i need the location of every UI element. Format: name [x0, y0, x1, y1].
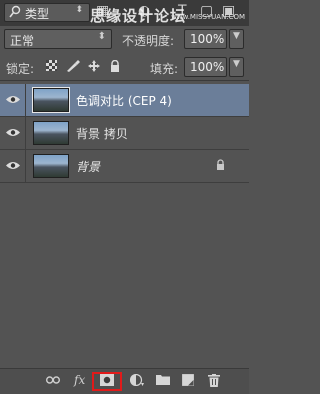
search-icon [9, 5, 21, 22]
fx-icon[interactable]: fx [74, 373, 85, 387]
blend-mode-value: 正常 [10, 34, 35, 48]
svg-text:▾: ▾ [141, 381, 144, 386]
lock-label: 锁定: [6, 62, 35, 76]
opacity-value: 100% [190, 32, 225, 46]
layer-name[interactable]: 背景 拷贝 [76, 125, 128, 142]
eye-icon [6, 96, 20, 103]
adjustment-layer-icon[interactable]: ▾ [129, 373, 144, 388]
eye-icon [6, 129, 20, 136]
visibility-toggle[interactable] [0, 150, 26, 182]
delete-layer-icon[interactable] [208, 374, 220, 388]
visibility-toggle[interactable] [0, 117, 26, 149]
opacity-label: 不透明度: [122, 34, 175, 48]
fill-input[interactable]: 100% [184, 57, 227, 77]
layer-name[interactable]: 背景 [76, 158, 100, 175]
lock-image-pixels-icon[interactable] [66, 60, 80, 75]
layer-thumbnail [33, 121, 69, 145]
opacity-input[interactable]: 100% [184, 29, 227, 49]
lock-position-icon[interactable] [88, 60, 100, 75]
opacity-dropdown-button[interactable]: ▼ [229, 29, 244, 49]
layer-name[interactable]: 色调对比 (CEP 4) [76, 92, 172, 109]
layers-list: 色调对比 (CEP 4) 背景 拷贝 背景 [0, 84, 249, 183]
fill-value: 100% [190, 60, 225, 74]
blend-row: 正常 ⬍ 不透明度: 100% ▼ [0, 28, 249, 52]
layer-thumbnail [32, 87, 70, 113]
fill-label: 填充: [150, 62, 179, 76]
lock-all-icon[interactable] [110, 59, 120, 75]
layers-panel: 类型 ⬍ ▦ ◐ T ▢ ▣ 思缘设计论坛 www.MISSYUAN.COM 正… [0, 0, 249, 394]
chevron-down-icon: ▼ [233, 31, 240, 41]
visibility-toggle[interactable] [0, 84, 26, 116]
chevron-updown-icon: ⬍ [97, 31, 106, 42]
lock-icon [216, 159, 225, 173]
link-layers-icon[interactable] [45, 374, 61, 388]
watermark-url: www.MISSYUAN.COM [171, 13, 245, 21]
divider [0, 80, 249, 81]
eye-icon [6, 162, 20, 169]
layer-kind-filter[interactable]: 类型 ⬍ [4, 3, 90, 22]
layer-thumbnail [33, 154, 69, 178]
new-layer-icon[interactable] [182, 374, 194, 388]
filter-kind-label: 类型 [25, 7, 50, 21]
lock-transparent-pixels-icon[interactable] [46, 60, 57, 74]
lock-row: 锁定: 填充: 100% ▼ [0, 56, 249, 80]
layer-row-background[interactable]: 背景 [0, 150, 249, 183]
layer-row-color-contrast[interactable]: 色调对比 (CEP 4) [0, 84, 249, 117]
fill-dropdown-button[interactable]: ▼ [229, 57, 244, 77]
layer-row-background-copy[interactable]: 背景 拷贝 [0, 117, 249, 150]
chevron-down-icon: ▼ [233, 59, 240, 69]
chevron-updown-icon: ⬍ [75, 5, 83, 15]
mask-button-highlight [92, 372, 122, 391]
new-group-icon[interactable] [156, 374, 170, 388]
filter-row: 类型 ⬍ ▦ ◐ T ▢ ▣ 思缘设计论坛 www.MISSYUAN.COM [0, 0, 249, 26]
layers-toolbar: fx ▾ [0, 368, 249, 394]
blend-mode-select[interactable]: 正常 ⬍ [4, 29, 112, 49]
